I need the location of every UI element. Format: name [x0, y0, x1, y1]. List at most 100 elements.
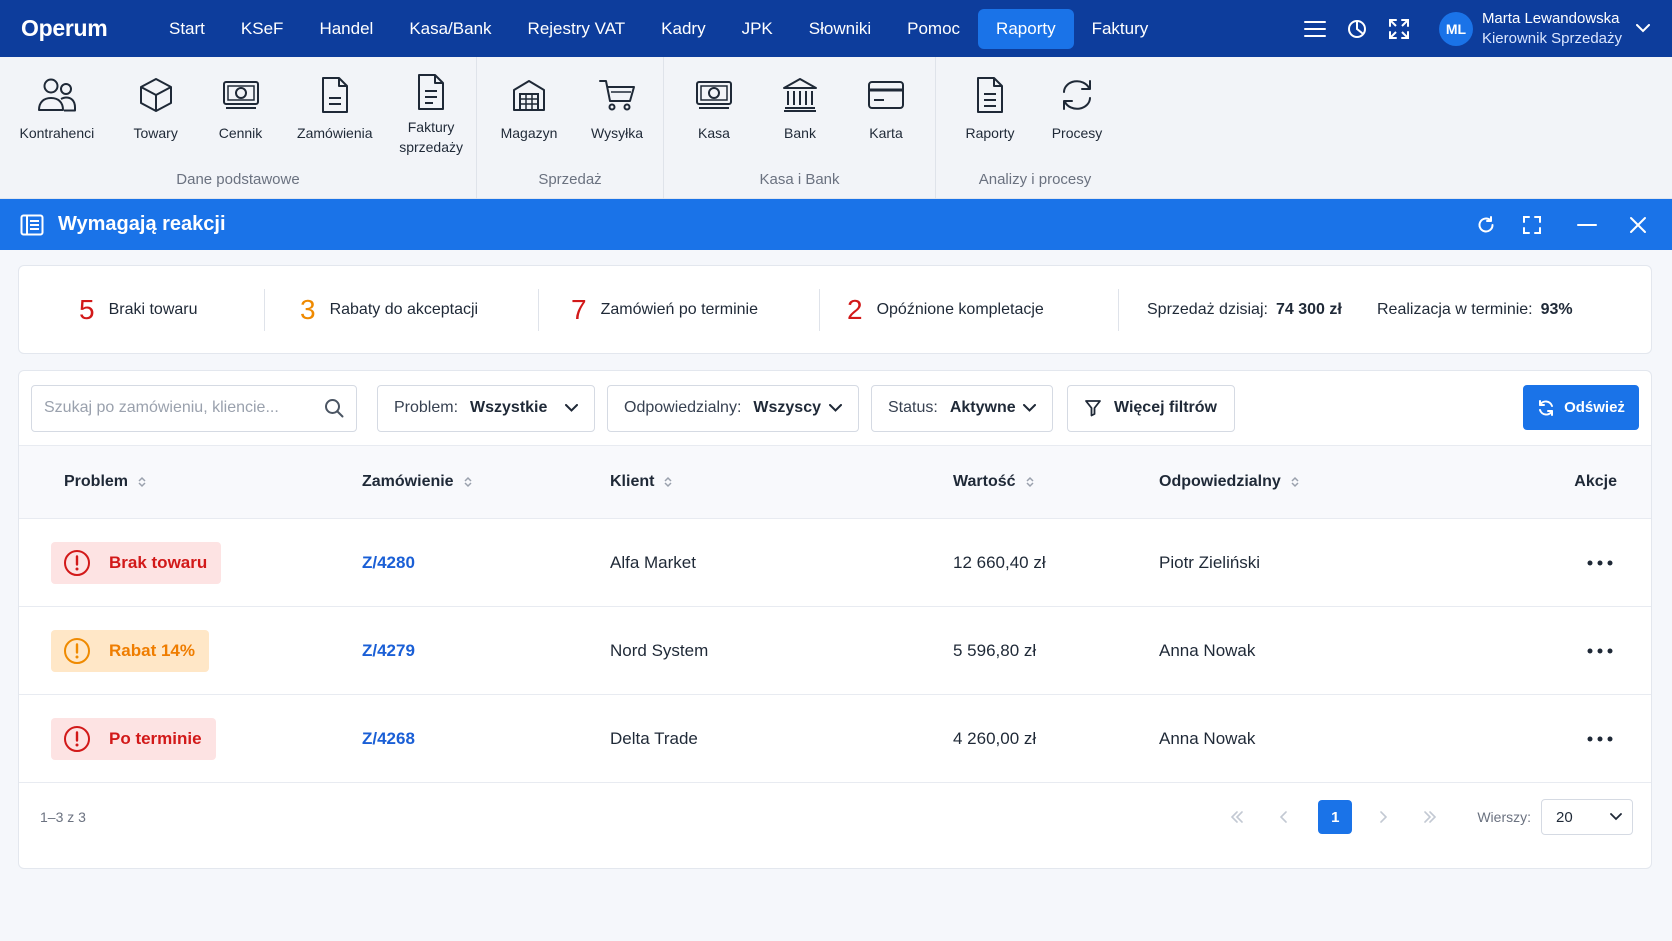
fullscreen-icon[interactable] — [1387, 17, 1411, 41]
rows-per-page-value: 20 — [1556, 808, 1573, 826]
app-logo[interactable]: Operum — [21, 15, 151, 42]
user-info[interactable]: Marta Lewandowska Kierownik Sprzedaży — [1482, 9, 1622, 49]
ribbon-item-kontrahenci[interactable]: Kontrahenci — [0, 71, 114, 167]
document-icon — [320, 71, 350, 119]
ribbon-item-raporty[interactable]: Raporty — [946, 71, 1034, 167]
minimize-icon[interactable] — [1576, 215, 1598, 235]
rows-per-page-label: Wierszy: — [1477, 809, 1531, 825]
problem-filter-select[interactable]: Problem: Wszystkie — [377, 384, 595, 432]
ribbon-item-procesy[interactable]: Procesy — [1034, 71, 1120, 167]
menu-item-raporty[interactable]: Raporty — [978, 8, 1074, 49]
bank-icon — [782, 71, 818, 119]
ribbon-label: Zamówienia — [297, 125, 373, 141]
column-header-owner[interactable]: Odpowiedzialny — [1159, 473, 1299, 491]
ribbon-item-towary[interactable]: Towary — [114, 71, 198, 167]
order-link[interactable]: Z/4268 — [362, 729, 415, 749]
user-role: Kierownik Sprzedaży — [1481, 29, 1622, 47]
column-header-client[interactable]: Klient — [610, 473, 672, 491]
stat-label: Opóźnione kompletacje — [876, 300, 1044, 318]
rows-per-page-select[interactable]: 20 — [1541, 799, 1633, 835]
column-label: Wartość — [953, 473, 1016, 490]
stat-label: Zamówień po terminie — [600, 300, 758, 318]
menu-item-start[interactable]: Start — [151, 9, 223, 49]
stat-label: Sprzedaż dzisiaj: — [1147, 300, 1268, 318]
menu-item-jpk[interactable]: JPK — [724, 9, 791, 49]
invoice-icon — [416, 71, 446, 113]
menu-item-slowniki[interactable]: Słowniki — [791, 9, 889, 49]
chevron-down-icon — [565, 399, 578, 417]
column-header-problem[interactable]: Problem — [64, 473, 146, 491]
report-icon — [975, 71, 1005, 119]
timer-icon[interactable] — [1345, 17, 1369, 41]
more-actions-icon[interactable] — [1587, 607, 1613, 695]
order-link[interactable]: Z/4280 — [362, 553, 415, 573]
nav-right-tools: ML Marta Lewandowska Kierownik Sprzedaży — [1303, 0, 1672, 57]
more-actions-icon[interactable] — [1587, 519, 1613, 607]
ribbon-group-title: Kasa i Bank — [759, 171, 840, 188]
first-page-icon[interactable] — [1220, 800, 1254, 834]
search-icon[interactable] — [324, 398, 344, 418]
expand-icon[interactable] — [1522, 215, 1542, 235]
table-row[interactable]: Brak towaru Z/4280 Alfa Market 12 660,40… — [19, 519, 1651, 607]
owner-filter-select[interactable]: Odpowiedzialny: Wszyscy — [607, 384, 859, 432]
stat-label: Realizacja w terminie: — [1377, 300, 1533, 318]
ribbon-item-wysylka[interactable]: Wysyłka — [573, 71, 661, 167]
stat-realizacja: Realizacja w terminie: 93% — [1377, 266, 1573, 353]
client-cell: Nord System — [610, 641, 709, 660]
ribbon-item-faktury-sprzedazy[interactable]: Faktury sprzedaży — [386, 71, 476, 167]
ribbon-label: Kasa — [698, 125, 730, 141]
card-icon — [867, 71, 905, 119]
page-button-current[interactable]: 1 — [1318, 800, 1353, 834]
menu-item-faktury[interactable]: Faktury — [1074, 9, 1167, 49]
menu-item-ksef[interactable]: KSeF — [223, 9, 302, 49]
next-page-icon[interactable] — [1366, 800, 1400, 834]
table-row[interactable]: Rabat 14% Z/4279 Nord System 5 596,80 zł… — [19, 607, 1651, 695]
hamburger-menu-icon[interactable] — [1303, 17, 1327, 41]
refresh-button[interactable]: Odśwież — [1523, 385, 1639, 430]
menu-item-kadry[interactable]: Kadry — [643, 9, 723, 49]
ribbon-label: Karta — [869, 125, 903, 141]
close-icon[interactable] — [1628, 215, 1648, 235]
menu-item-kasa-bank[interactable]: Kasa/Bank — [391, 9, 509, 49]
menu-item-handel[interactable]: Handel — [301, 9, 391, 49]
search-input[interactable] — [44, 399, 324, 417]
ribbon-item-zamowienia[interactable]: Zamówienia — [283, 71, 386, 167]
menu-item-pomoc[interactable]: Pomoc — [889, 9, 978, 49]
more-filters-label: Więcej filtrów — [1114, 399, 1217, 416]
ribbon-group-title: Sprzedaż — [538, 171, 602, 188]
ribbon-item-bank[interactable]: Bank — [756, 71, 844, 167]
ribbon-item-cennik[interactable]: Cennik — [198, 71, 284, 167]
menu-item-rejestry-vat[interactable]: Rejestry VAT — [510, 9, 644, 49]
stat-label: Rabaty do akceptacji — [329, 300, 479, 318]
ribbon-label: Procesy — [1051, 125, 1103, 141]
stat-opoznione-kompletacje[interactable]: 2 Opóźnione kompletacje — [820, 266, 1118, 353]
chevron-down-icon — [1023, 399, 1036, 417]
stat-rabaty[interactable]: 3 Rabaty do akceptacji — [265, 266, 538, 353]
more-filters-button[interactable]: Więcej filtrów — [1067, 384, 1235, 432]
ribbon-item-magazyn[interactable]: Magazyn — [485, 71, 573, 167]
stat-zamowienia-po-terminie[interactable]: 7 Zamówień po terminie — [539, 266, 819, 353]
filter-bar: Problem: Wszystkie Odpowiedzialny: Wszys… — [19, 371, 1651, 446]
owner-cell: Anna Nowak — [1159, 641, 1256, 660]
last-page-icon[interactable] — [1413, 800, 1447, 834]
problem-label: Po terminie — [109, 729, 202, 748]
column-header-value[interactable]: Wartość — [953, 473, 1034, 491]
ribbon-item-karta[interactable]: Karta — [844, 71, 928, 167]
order-cell: Z/4280 — [362, 519, 415, 607]
chevron-down-icon[interactable] — [1636, 20, 1650, 38]
problem-label: Brak towaru — [109, 553, 208, 572]
panel-title: Wymagają reakcji — [58, 213, 226, 235]
pagination-range: 1–3 z 3 — [40, 808, 86, 825]
stat-braki-towaru[interactable]: 5 Braki towaru — [19, 266, 264, 353]
filter-label: Status: — [888, 399, 938, 416]
refresh-icon[interactable] — [1476, 215, 1496, 235]
status-filter-select[interactable]: Status: Aktywne — [871, 384, 1053, 432]
ribbon-label: Raporty — [965, 125, 1015, 141]
ribbon-item-kasa[interactable]: Kasa — [672, 71, 756, 167]
user-avatar[interactable]: ML — [1438, 11, 1473, 46]
previous-page-icon[interactable] — [1267, 800, 1301, 834]
refresh-label: Odśwież — [1564, 399, 1625, 416]
stat-value: 74 300 zł — [1275, 300, 1342, 318]
order-link[interactable]: Z/4279 — [362, 641, 415, 661]
column-header-order[interactable]: Zamówienie — [362, 473, 472, 491]
